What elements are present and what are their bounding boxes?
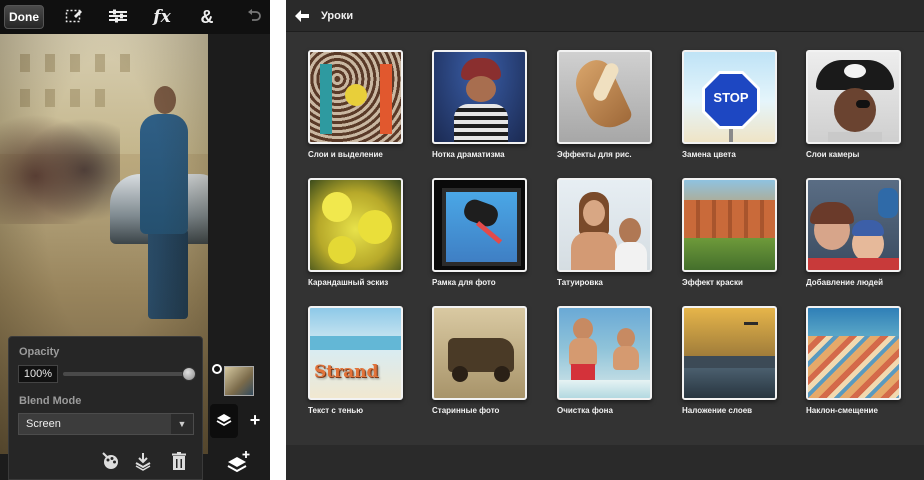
blend-mode-value: Screen <box>26 418 61 430</box>
tutorial-item[interactable]: Старинные фото <box>432 306 557 426</box>
back-arrow-icon[interactable] <box>294 8 310 24</box>
layer-selected-indicator <box>212 364 222 374</box>
tutorial-label: Карандашный эскиз <box>308 278 389 287</box>
blend-mode-label: Blend Mode <box>19 395 82 407</box>
layer-thumbnail[interactable] <box>224 366 254 396</box>
tutorial-item[interactable]: STOP Замена цвета <box>682 50 807 170</box>
tutorial-label: Рамка для фото <box>432 278 496 287</box>
tutorial-label: Эффекты для рис. <box>557 150 632 159</box>
tutorial-thumbnail <box>308 178 403 272</box>
tutorial-label: Эффект краски <box>682 278 743 287</box>
tutorials-footer <box>286 445 924 480</box>
layers-button[interactable] <box>210 404 238 438</box>
selection-icon[interactable] <box>62 6 86 28</box>
tutorial-thumbnail <box>806 178 901 272</box>
tutorial-item[interactable]: Очистка фона <box>557 306 682 426</box>
strand-text: Strand <box>314 362 379 382</box>
tutorial-thumbnail <box>806 306 901 400</box>
opacity-input[interactable]: 100% <box>18 365 58 383</box>
tutorial-item[interactable]: Слои камеры <box>806 50 924 170</box>
tutorial-item[interactable]: Татуировка <box>557 178 682 298</box>
stop-sign-text: STOP <box>713 90 749 105</box>
tutorial-label: Очистка фона <box>557 406 613 415</box>
tutorial-label: Наклон-смещение <box>806 406 878 415</box>
new-layer-icon[interactable] <box>224 448 252 476</box>
tutorial-item[interactable]: Нотка драматизма <box>432 50 557 170</box>
tutorial-item[interactable]: Рамка для фото <box>432 178 557 298</box>
trash-icon[interactable] <box>169 451 189 471</box>
tutorial-item[interactable]: Эффект краски <box>682 178 807 298</box>
tutorials-title: Уроки <box>321 10 354 22</box>
tutorial-thumbnail <box>308 50 403 144</box>
opacity-slider[interactable] <box>63 372 189 376</box>
tutorial-label: Татуировка <box>557 278 603 287</box>
effects-icon[interactable]: fx <box>150 6 174 28</box>
tutorial-thumbnail <box>432 178 527 272</box>
tutorial-thumbnail <box>432 306 527 400</box>
tutorial-label: Добавление людей <box>806 278 883 287</box>
tutorial-item[interactable]: Наклон-смещение <box>806 306 924 426</box>
tutorial-thumbnail <box>432 50 527 144</box>
tutorial-label: Старинные фото <box>432 406 500 415</box>
tutorial-thumbnail <box>806 50 901 144</box>
blend-mode-select[interactable]: Screen ▼ <box>18 413 194 435</box>
tutorials-header: Уроки <box>286 0 924 32</box>
blend-icon[interactable]: & <box>195 6 219 28</box>
tutorial-thumbnail: Strand <box>308 306 403 400</box>
undo-icon[interactable] <box>242 6 266 28</box>
add-layer-button[interactable]: + <box>246 410 264 430</box>
tutorial-thumbnail <box>557 306 652 400</box>
tutorial-label: Нотка драматизма <box>432 150 505 159</box>
editor-toolbar: Done fx & <box>0 0 270 34</box>
tutorial-item[interactable]: Добавление людей <box>806 178 924 298</box>
opacity-label: Opacity <box>19 346 60 358</box>
chevron-down-icon: ▼ <box>171 414 193 434</box>
tutorial-thumbnail: STOP <box>682 50 777 144</box>
tutorial-item[interactable]: Эффекты для рис. <box>557 50 682 170</box>
merge-down-icon[interactable] <box>133 451 153 471</box>
opacity-slider-thumb[interactable] <box>182 367 196 381</box>
tutorial-item[interactable]: Strand Текст с тенью <box>308 306 433 426</box>
tutorial-label: Замена цвета <box>682 150 736 159</box>
tutorial-label: Слои и выделение <box>308 150 383 159</box>
tutorial-label: Текст с тенью <box>308 406 364 415</box>
done-button[interactable]: Done <box>4 5 44 29</box>
tutorial-thumbnail <box>682 306 777 400</box>
tutorial-label: Слои камеры <box>806 150 860 159</box>
tutorial-thumbnail <box>557 178 652 272</box>
editor-screen: Done fx & Opacity 100% Blend Mode Screen… <box>0 0 270 480</box>
adjustments-icon[interactable] <box>106 6 130 28</box>
tutorial-thumbnail <box>682 178 777 272</box>
adjust-layer-icon[interactable] <box>101 451 121 471</box>
tutorial-label: Наложение слоев <box>682 406 753 415</box>
tutorials-grid: Слои и выделение Нотка драматизма Эффект… <box>286 32 924 445</box>
tutorials-screen: Уроки Слои и выделение Нотка драматизма <box>286 0 924 480</box>
layer-properties-panel: Opacity 100% Blend Mode Screen ▼ <box>8 336 203 480</box>
tutorial-item[interactable]: Слои и выделение <box>308 50 433 170</box>
tutorial-item[interactable]: Карандашный эскиз <box>308 178 433 298</box>
tutorial-thumbnail <box>557 50 652 144</box>
tutorial-item[interactable]: Наложение слоев <box>682 306 807 426</box>
